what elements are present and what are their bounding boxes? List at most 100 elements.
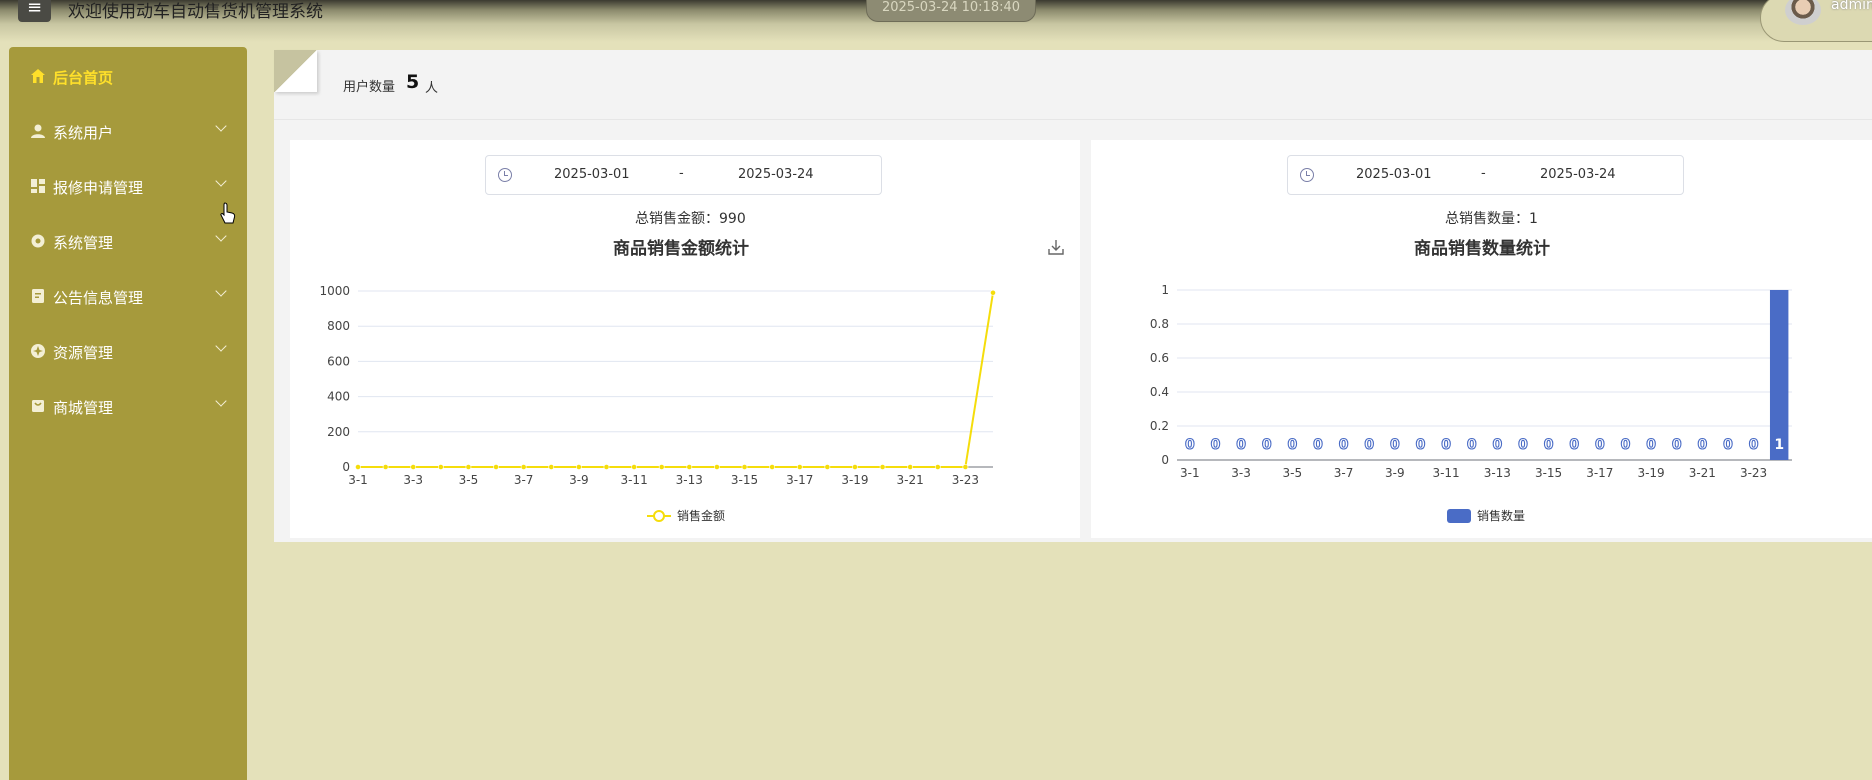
x-tick-label: 3-23 bbox=[1740, 466, 1767, 480]
x-tick-label: 3-13 bbox=[1484, 466, 1511, 480]
chevron-down-icon bbox=[215, 120, 227, 132]
x-tick-label: 3-23 bbox=[952, 473, 979, 487]
data-label: 0 bbox=[1211, 437, 1221, 453]
data-label: 0 bbox=[1672, 437, 1682, 453]
data-point bbox=[382, 464, 389, 470]
x-tick-label: 3-15 bbox=[731, 473, 758, 487]
sidebar-item-label: 系统管理 bbox=[53, 234, 114, 252]
data-point bbox=[493, 464, 499, 470]
data-label: 0 bbox=[1185, 437, 1195, 453]
y-tick-label: 0.6 bbox=[1150, 351, 1169, 365]
user-count-card: 用户数量 5 人 bbox=[274, 50, 1872, 120]
legend-swatch-marker bbox=[653, 510, 665, 522]
data-label: 0 bbox=[1697, 437, 1707, 453]
data-label: 0 bbox=[1595, 437, 1605, 453]
data-point bbox=[658, 464, 665, 470]
data-point bbox=[465, 464, 472, 470]
data-point bbox=[879, 464, 886, 470]
mouse-pointer-icon bbox=[220, 202, 236, 224]
x-tick-label: 3-9 bbox=[1385, 466, 1405, 480]
data-point bbox=[769, 464, 776, 470]
user-icon bbox=[31, 124, 45, 138]
sidebar-item-resources[interactable]: 资源管理 bbox=[9, 332, 247, 372]
data-point bbox=[824, 464, 831, 470]
user-menu[interactable]: admin bbox=[1760, 0, 1872, 42]
x-tick-label: 3-11 bbox=[1432, 466, 1459, 480]
data-label: 0 bbox=[1287, 437, 1297, 453]
x-tick-label: 3-19 bbox=[1637, 466, 1664, 480]
avatar[interactable] bbox=[1785, 0, 1821, 25]
y-tick-label: 1 bbox=[1161, 283, 1169, 297]
x-tick-label: 3-5 bbox=[459, 473, 479, 487]
x-tick-label: 3-19 bbox=[841, 473, 868, 487]
series-line bbox=[358, 292, 994, 468]
username: admin bbox=[1831, 0, 1872, 13]
data-label: 0 bbox=[1544, 437, 1554, 453]
chevron-down-icon bbox=[215, 230, 227, 242]
x-tick-label: 3-1 bbox=[1180, 466, 1200, 480]
sidebar: 后台首页 系统用户 报修申请管理 系统管理 公告信息管理 资源管理 商城管理 bbox=[9, 47, 247, 780]
sidebar-item-announcements[interactable]: 公告信息管理 bbox=[9, 277, 247, 317]
data-point bbox=[631, 464, 637, 470]
y-tick-label: 0.8 bbox=[1150, 317, 1169, 331]
data-point bbox=[548, 464, 555, 470]
datetime-display: 2025-03-24 10:18:40 bbox=[866, 0, 1036, 22]
y-tick-label: 0 bbox=[1161, 453, 1169, 467]
data-point bbox=[962, 464, 969, 470]
data-label: 0 bbox=[1364, 437, 1374, 453]
x-tick-label: 3-11 bbox=[620, 473, 647, 487]
top-header: ≡ 欢迎使用动车自动售货机管理系统 2025-03-24 10:18:40 ad… bbox=[0, 0, 1872, 44]
data-label: 0 bbox=[1492, 437, 1502, 453]
data-label: 0 bbox=[1569, 437, 1579, 453]
x-tick-label: 3-3 bbox=[403, 473, 423, 487]
sidebar-item-home[interactable]: 后台首页 bbox=[9, 57, 247, 97]
data-point bbox=[686, 464, 693, 470]
data-point bbox=[714, 464, 720, 470]
data-point bbox=[437, 464, 444, 470]
y-tick-label: 600 bbox=[327, 354, 350, 368]
sidebar-item-shop[interactable]: 商城管理 bbox=[9, 387, 247, 427]
data-label: 0 bbox=[1723, 437, 1733, 453]
shop-icon bbox=[32, 400, 44, 412]
data-label: 0 bbox=[1313, 437, 1323, 453]
sidebar-item-label: 商城管理 bbox=[53, 399, 114, 417]
sidebar-item-label: 报修申请管理 bbox=[53, 179, 144, 197]
sidebar-item-repair-requests[interactable]: 报修申请管理 bbox=[9, 167, 247, 207]
grid-icon bbox=[31, 179, 45, 193]
legend-label: 销售数量 bbox=[1477, 508, 1525, 523]
chevron-down-icon bbox=[215, 395, 227, 407]
sidebar-item-label: 系统用户 bbox=[53, 124, 114, 142]
sidebar-item-system-users[interactable]: 系统用户 bbox=[9, 112, 247, 152]
chevron-down-icon bbox=[215, 285, 227, 297]
data-label: 0 bbox=[1518, 437, 1528, 453]
chevron-down-icon bbox=[215, 175, 227, 187]
x-tick-label: 3-15 bbox=[1535, 466, 1562, 480]
data-label: 0 bbox=[1262, 437, 1272, 453]
x-tick-label: 3-17 bbox=[1586, 466, 1613, 480]
hamburger-icon[interactable]: ≡ bbox=[18, 0, 51, 22]
x-tick-label: 3-7 bbox=[1334, 466, 1354, 480]
home-icon bbox=[31, 69, 45, 83]
legend-swatch bbox=[1447, 509, 1471, 523]
corner-fold-decoration bbox=[274, 50, 317, 92]
data-label: 0 bbox=[1339, 437, 1349, 453]
data-label: 0 bbox=[1467, 437, 1477, 453]
sales-quantity-bar-chart: 0 0.2 0.4 0.6 0.8 1 3-1 3-3 3-5 3-7 3-9 3-11 3-13 3-1… bbox=[1150, 283, 1792, 523]
app-title: 欢迎使用动车自动售货机管理系统 bbox=[68, 2, 323, 22]
y-tick-label: 0.4 bbox=[1150, 385, 1169, 399]
y-tick-label: 0.2 bbox=[1150, 419, 1169, 433]
y-tick-label: 0 bbox=[342, 460, 350, 474]
sidebar-item-system-management[interactable]: 系统管理 bbox=[9, 222, 247, 262]
data-point bbox=[934, 464, 941, 470]
sidebar-item-label: 公告信息管理 bbox=[53, 289, 144, 307]
data-label: 0 bbox=[1646, 437, 1656, 453]
x-tick-label: 3-9 bbox=[569, 473, 589, 487]
data-label: 0 bbox=[1749, 437, 1759, 453]
user-count-value: 5 bbox=[406, 71, 420, 93]
x-tick-label: 3-13 bbox=[676, 473, 703, 487]
data-point bbox=[907, 464, 914, 470]
sales-amount-panel: 2025-03-01 - 2025-03-24 总销售金额：990 商品销售金额… bbox=[290, 140, 1080, 538]
y-tick-label: 800 bbox=[327, 319, 350, 333]
data-point bbox=[852, 464, 858, 470]
y-tick-label: 400 bbox=[327, 390, 350, 404]
